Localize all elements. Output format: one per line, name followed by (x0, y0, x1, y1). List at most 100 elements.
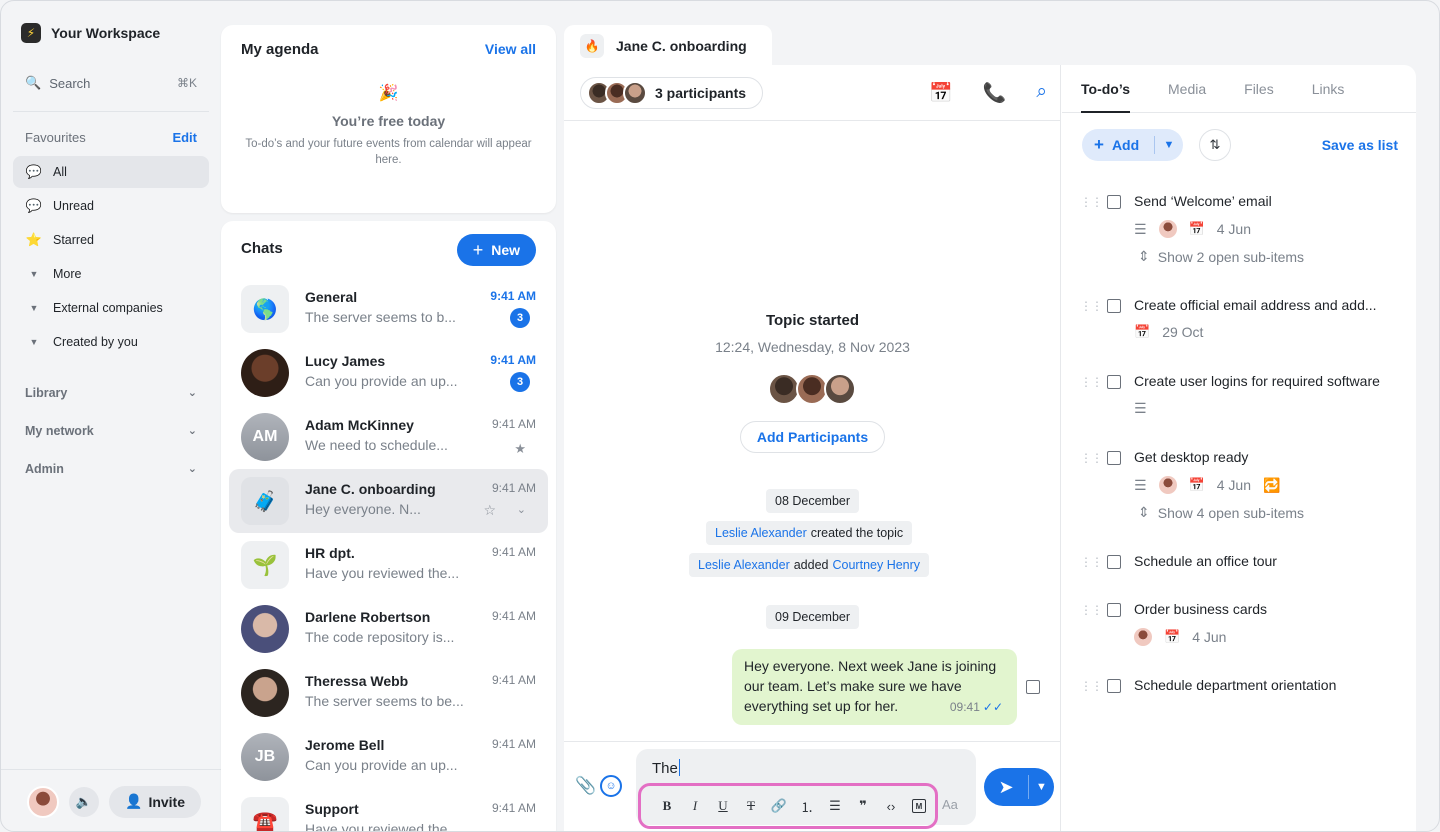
chevron-down-icon[interactable]: ⌄ (517, 503, 526, 516)
chat-row-jane-onboarding[interactable]: 🧳 Jane C. onboarding Hey everyone. N... … (229, 469, 548, 533)
send-button[interactable]: ➤ ▼ (984, 768, 1054, 806)
avatar (1134, 628, 1152, 646)
sidebar-search[interactable]: 🔍 Search ⌘K (25, 75, 197, 91)
drag-handle-icon[interactable]: ⋮⋮ (1080, 195, 1103, 209)
chat-time: 9:41 AM (491, 801, 536, 815)
sidebar-item-created-by-you[interactable]: ▼ Created by you (13, 326, 209, 358)
composer-input[interactable]: The (652, 759, 680, 777)
topic-participant-avatars (768, 373, 856, 405)
calendar-icon: 📅 (1134, 324, 1151, 339)
chevron-down-icon[interactable]: ▼ (1155, 139, 1183, 151)
agenda-free-title: You’re free today (331, 113, 446, 129)
agenda-card: My agenda View all 🎉 You’re free today T… (221, 25, 556, 213)
tab-media[interactable]: Media (1168, 65, 1206, 113)
todo-checkbox[interactable] (1107, 299, 1121, 313)
chat-row-adam-mckinney[interactable]: AM Adam McKinney We need to schedule... … (229, 405, 548, 469)
tab-files[interactable]: Files (1244, 65, 1274, 113)
chevron-down-icon[interactable]: ▼ (1029, 781, 1054, 793)
date-separator: 08 December (766, 489, 860, 513)
sidebar-item-external-companies[interactable]: ▼ External companies (13, 292, 209, 324)
drag-handle-icon[interactable]: ⋮⋮ (1080, 603, 1103, 617)
tab-links[interactable]: Links (1312, 65, 1345, 113)
chat-row-lucy-james[interactable]: Lucy James Can you provide an up... 9:41… (229, 341, 548, 405)
chat-row-jerome-bell[interactable]: JB Jerome Bell Can you provide an up... … (229, 725, 548, 789)
drag-handle-icon[interactable]: ⋮⋮ (1080, 375, 1103, 389)
sort-icon[interactable]: ⇅ (1199, 129, 1231, 161)
chat-row-support[interactable]: ☎️ Support Have you reviewed the... 9:41… (229, 789, 548, 831)
todo-checkbox[interactable] (1107, 195, 1121, 209)
user-link[interactable]: Leslie Alexander (715, 526, 807, 540)
markdown-icon[interactable]: M (912, 799, 926, 813)
message-bubble[interactable]: Hey everyone. Next week Jane is joining … (732, 649, 1017, 725)
speaker-icon[interactable]: 🔈 (69, 786, 99, 817)
favourites-edit-button[interactable]: Edit (172, 130, 197, 145)
star-outline-icon[interactable]: ☆ (483, 502, 496, 519)
drag-handle-icon[interactable]: ⋮⋮ (1080, 679, 1103, 693)
avatar (1158, 476, 1177, 494)
emoji-icon[interactable]: ☺ (600, 775, 622, 797)
phone-icon[interactable]: 📞 (983, 81, 1007, 105)
star-icon[interactable]: ★ (514, 441, 526, 457)
avatar[interactable] (27, 785, 59, 818)
fire-icon: 🔥 (580, 34, 604, 58)
invite-button[interactable]: 👤 Invite (109, 785, 202, 818)
user-link[interactable]: Courtney Henry (833, 558, 921, 572)
sidebar-item-all[interactable]: 💬 All (13, 156, 209, 188)
section-library[interactable]: Library ⌄ (25, 386, 197, 400)
add-todo-main[interactable]: + Add (1082, 135, 1154, 155)
sidebar-item-more[interactable]: ▼ More (13, 258, 209, 290)
code-icon[interactable]: ‹› (877, 799, 905, 814)
view-all-link[interactable]: View all (485, 41, 536, 57)
link-icon[interactable]: 🔗 (765, 798, 793, 814)
numbered-list-icon[interactable]: ⒈ (793, 797, 821, 816)
message-composer[interactable]: The B I U T 🔗 ⒈ ☰ ❞ ‹› M Aa (636, 749, 976, 829)
quote-icon[interactable]: ❞ (849, 798, 877, 814)
drag-handle-icon[interactable]: ⋮⋮ (1080, 555, 1103, 569)
chat-name: Adam McKinney (305, 417, 414, 433)
todo-checkbox[interactable] (1107, 603, 1121, 617)
caret-down-icon: ▼ (29, 269, 39, 279)
text-format-toggle[interactable]: Aa (942, 797, 958, 812)
search-icon[interactable]: ⌕ (1036, 81, 1047, 105)
sidebar-item-unread[interactable]: 💬 Unread (13, 190, 209, 222)
todo-meta: 📅 4 Jun (1134, 628, 1226, 646)
tab-jane-onboarding[interactable]: 🔥 Jane C. onboarding (564, 25, 772, 67)
todo-title: Get desktop ready (1134, 449, 1249, 465)
drag-handle-icon[interactable]: ⋮⋮ (1080, 451, 1103, 465)
show-subitems-link[interactable]: ⇕ Show 4 open sub-items (1138, 504, 1304, 521)
chat-row-theressa-webb[interactable]: Theressa Webb The server seems to be... … (229, 661, 548, 725)
strikethrough-icon[interactable]: T (737, 798, 765, 814)
chat-time: 9:41 AM (491, 609, 536, 623)
drag-handle-icon[interactable]: ⋮⋮ (1080, 299, 1103, 313)
tab-todos[interactable]: To-do’s (1081, 65, 1130, 113)
caret-down-icon: ▼ (29, 303, 39, 313)
save-as-list-button[interactable]: Save as list (1322, 137, 1398, 153)
paperclip-icon[interactable]: 📎 (575, 776, 596, 796)
chat-row-general[interactable]: 🌎 General The server seems to b... 9:41 … (229, 277, 548, 341)
repeat-icon: 🔁 (1263, 476, 1281, 493)
add-participants-button[interactable]: Add Participants (740, 421, 885, 453)
todo-checkbox[interactable] (1107, 555, 1121, 569)
system-text: created the topic (810, 526, 904, 540)
bullet-list-icon[interactable]: ☰ (821, 798, 849, 814)
sidebar-item-starred[interactable]: ⭐ Starred (13, 224, 209, 256)
new-chat-button[interactable]: + New (456, 234, 536, 266)
underline-icon[interactable]: U (709, 798, 737, 814)
bold-icon[interactable]: B (653, 798, 681, 814)
chat-row-hr-dpt[interactable]: 🌱 HR dpt. Have you reviewed the... 9:41 … (229, 533, 548, 597)
todo-checkbox[interactable] (1107, 375, 1121, 389)
sidebar-footer: 🔈 👤 Invite (1, 769, 221, 831)
section-my-network[interactable]: My network ⌄ (25, 424, 197, 438)
participants-button[interactable]: 3 participants (580, 77, 764, 109)
add-todo-button[interactable]: + Add ▼ (1082, 129, 1183, 161)
show-subitems-link[interactable]: ⇕ Show 2 open sub-items (1138, 248, 1304, 265)
todo-checkbox[interactable] (1107, 451, 1121, 465)
message-select-checkbox[interactable] (1026, 680, 1040, 694)
todo-checkbox[interactable] (1107, 679, 1121, 693)
workspace-switcher[interactable]: ⚡ Your Workspace (21, 23, 160, 43)
calendar-add-icon[interactable]: 📅 (929, 81, 953, 105)
user-link[interactable]: Leslie Alexander (698, 558, 790, 572)
italic-icon[interactable]: I (681, 798, 709, 814)
chat-row-darlene-robertson[interactable]: Darlene Robertson The code repository is… (229, 597, 548, 661)
section-admin[interactable]: Admin ⌄ (25, 462, 197, 476)
